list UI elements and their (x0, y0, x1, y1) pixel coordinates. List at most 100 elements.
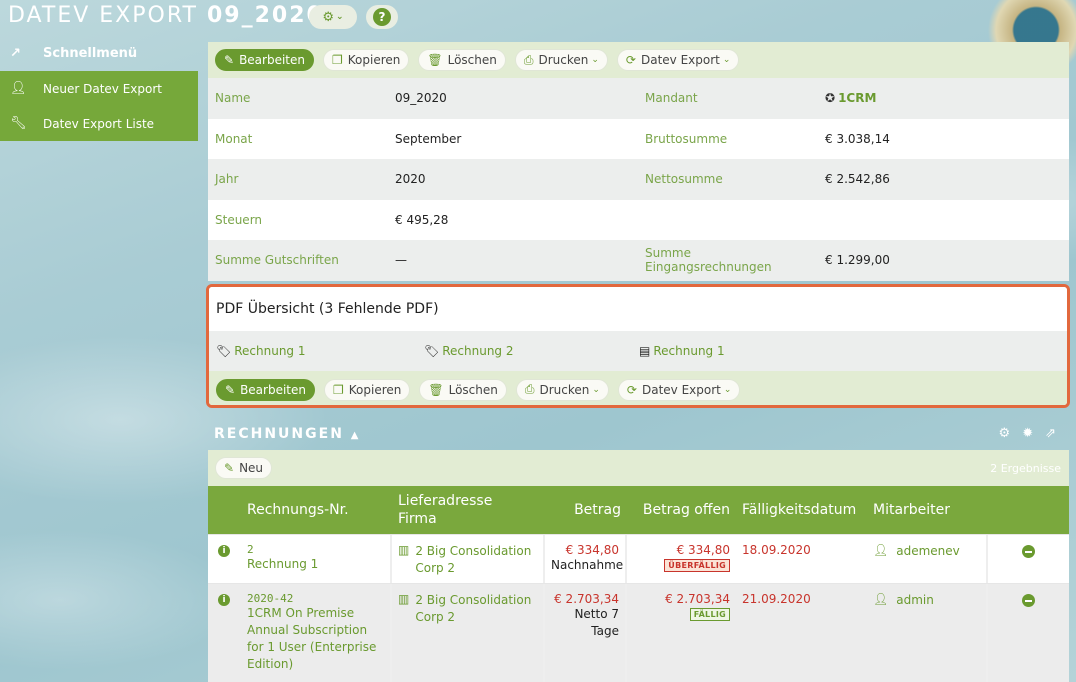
address-cell[interactable]: ▥ 2 Big Consolidation Corp 2 (392, 584, 545, 682)
pdf-link[interactable]: ▤ Rechnung 1 (639, 344, 725, 358)
invoice-code: 2 (247, 543, 254, 556)
tag-icon: 🏷︎ (216, 344, 232, 358)
column-header-date[interactable]: Fälligkeitsdatum (736, 502, 866, 518)
field-label: Nettosumme (645, 172, 723, 187)
rechnungen-section-title[interactable]: RECHNUNGEN ▲ (214, 426, 361, 442)
table-header: Rechnungs-Nr. Lieferadresse Firma Betrag… (208, 486, 1069, 534)
pdf-link[interactable]: 🏷︎ Rechnung 1 (209, 344, 424, 358)
field-label: Mandant (645, 91, 698, 106)
invoice-code: 2020-42 (247, 592, 294, 605)
address-cell[interactable]: ▥ 2 Big Consolidation Corp 2 (392, 535, 545, 583)
detail-panel: ✎ Bearbeiten ❐ Kopieren 🗑︎ Löschen ⎙ Dru… (208, 42, 1069, 281)
payment-term: Netto 7 Tage (574, 607, 619, 638)
table-row: i 2 Rechnung 1 ▥ 2 Big Consolidation Cor… (208, 534, 1069, 583)
field-value: € 3.038,14 (825, 131, 890, 146)
copy-label: Kopieren (347, 53, 401, 67)
datev-export-button[interactable]: ⟳ Datev Export ⌄ (616, 49, 740, 71)
chevron-down-icon: ⌄ (591, 55, 599, 65)
column-header-betrag[interactable]: Betrag (545, 502, 627, 518)
field-label: Jahr (215, 172, 239, 187)
wrench-icon: 🔧︎ (10, 116, 27, 131)
export-label: Datev Export (640, 53, 720, 67)
field-value: € 495,28 (395, 212, 449, 227)
copy-button[interactable]: ❐ Kopieren (323, 49, 410, 71)
betrag-cell: € 334,80 Nachnahme (545, 535, 627, 583)
sidebar-item-neuer-export[interactable]: 👤︎ Neuer Datev Export (0, 71, 198, 106)
user-icon: 👤︎ (10, 81, 27, 96)
datev-export-button[interactable]: ⟳ Datev Export ⌄ (617, 378, 741, 401)
column-header-address[interactable]: Lieferadresse Firma (392, 492, 545, 528)
edit-button[interactable]: ✎ Bearbeiten (216, 378, 315, 401)
section-actions: ⚙ ✹ ⇗ (999, 426, 1056, 441)
field-value: — (395, 253, 407, 268)
badge-icon: ✪ (825, 91, 836, 106)
detail-row: Summe Gutschriften — Summe Eingangsrechn… (208, 240, 1069, 281)
print-label: Drucken (539, 382, 590, 397)
gear-icon[interactable]: ⚙ (999, 426, 1011, 441)
help-button[interactable]: ? (366, 5, 398, 29)
minus-icon (1022, 545, 1035, 558)
pdf-link-label: Rechnung 2 (442, 344, 514, 358)
remove-button[interactable] (988, 584, 1069, 682)
field-label: Bruttosumme (645, 131, 728, 146)
print-button[interactable]: ⎙ Drucken ⌄ (514, 49, 608, 71)
info-icon[interactable]: i (208, 584, 240, 682)
help-icon: ? (373, 8, 391, 26)
pencil-icon: ✎ (224, 461, 235, 475)
delete-button[interactable]: 🗑︎ Löschen (419, 378, 507, 401)
status-badge: ÜBERFÄLLIG (664, 559, 730, 572)
address-link: 2 Big Consolidation Corp 2 (415, 544, 532, 575)
delete-button[interactable]: 🗑︎ Löschen (418, 49, 506, 71)
rechnungen-table: Rechnungs-Nr. Lieferadresse Firma Betrag… (208, 486, 1069, 682)
pdf-link[interactable]: 🏷︎ Rechnung 2 (424, 344, 639, 358)
book-icon: ▥ (398, 543, 410, 557)
pdf-overview-section: PDF Übersicht (3 Fehlende PDF) 🏷︎ Rechnu… (206, 284, 1070, 408)
settings-menu-button[interactable]: ⚙ ⌄ (309, 5, 357, 29)
invoice-name: Rechnung 1 (247, 557, 319, 571)
pdf-link-label: Rechnung 1 (653, 344, 725, 358)
page-title: DATEV EXPORT 09_2020 (8, 2, 324, 30)
field-value: 2020 (395, 172, 426, 187)
field-value: € 1.299,00 (825, 253, 890, 268)
tag-icon: 🏷︎ (424, 344, 440, 358)
user-icon: 👤︎ (873, 592, 889, 606)
minus-icon (1022, 594, 1035, 607)
document-icon: ▤ (639, 344, 651, 358)
print-button[interactable]: ⎙ Drucken ⌄ (515, 378, 609, 401)
edit-button[interactable]: ✎ Bearbeiten (215, 49, 314, 71)
field-label: Monat (215, 131, 253, 146)
pencil-icon: ✎ (224, 53, 235, 67)
offen-value: € 334,80 (676, 543, 730, 557)
sidebar-item-label: Schnellmenü (43, 46, 138, 61)
field-label: Summe Gutschriften (215, 253, 339, 268)
sidebar-item-schnellmenue[interactable]: ↗ Schnellmenü (0, 36, 198, 71)
column-header-nr[interactable]: Rechnungs-Nr. (240, 502, 392, 518)
new-button[interactable]: ✎ Neu (215, 457, 273, 479)
column-header-line: Lieferadresse (398, 493, 493, 509)
invoice-name: 1CRM On Premise Annual Subscription for … (247, 606, 377, 671)
mandant-link[interactable]: ✪ 1CRM (818, 91, 1069, 105)
external-link-icon[interactable]: ⇗ (1045, 426, 1056, 441)
sidebar-item-export-liste[interactable]: 🔧︎ Datev Export Liste (0, 106, 198, 141)
column-header-user[interactable]: Mitarbeiter (866, 502, 988, 518)
refresh-icon: ⟳ (625, 53, 636, 67)
copy-button[interactable]: ❐ Kopieren (324, 378, 411, 401)
user-cell[interactable]: 👤︎ ademenev (866, 535, 988, 583)
sidebar: ↗ Schnellmenü 👤︎ Neuer Datev Export 🔧︎ D… (0, 36, 198, 141)
settings-cog-icon[interactable]: ✹ (1022, 426, 1033, 441)
info-icon[interactable]: i (208, 535, 240, 583)
column-header-offen[interactable]: Betrag offen (627, 502, 736, 518)
invoice-cell[interactable]: 2 Rechnung 1 (240, 535, 392, 583)
delete-label: Löschen (448, 382, 498, 397)
address-link: 2 Big Consolidation Corp 2 (415, 593, 532, 624)
due-date: 21.09.2020 (742, 592, 811, 606)
edit-label: Bearbeiten (240, 382, 306, 397)
field-label: Summe Eingangsrechnungen (645, 246, 772, 275)
pdf-overview-title: PDF Übersicht (3 Fehlende PDF) (209, 287, 1067, 331)
field-value: 09_2020 (395, 91, 447, 106)
copy-icon: ❐ (332, 53, 343, 67)
chevron-down-icon: ⌄ (336, 12, 344, 22)
remove-button[interactable] (988, 535, 1069, 583)
invoice-cell[interactable]: 2020-42 1CRM On Premise Annual Subscript… (240, 584, 392, 682)
user-cell[interactable]: 👤︎ admin (866, 584, 988, 682)
